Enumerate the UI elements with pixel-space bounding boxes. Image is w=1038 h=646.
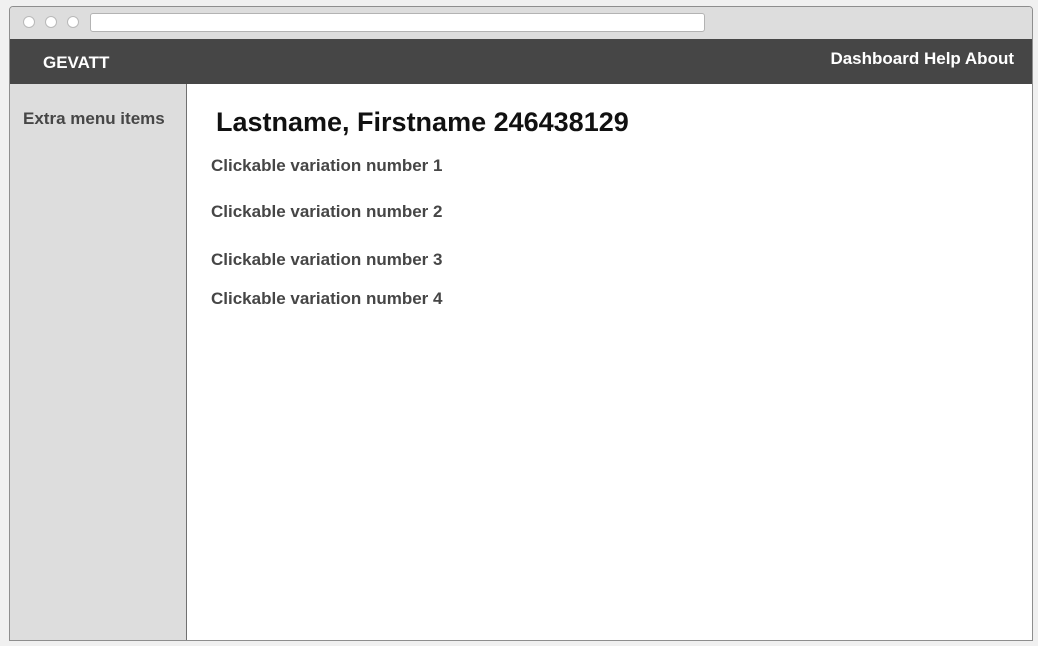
minimize-window-icon[interactable] xyxy=(45,16,57,28)
variation-link-2[interactable]: Clickable variation number 2 xyxy=(211,202,442,222)
page-title: Lastname, Firstname 246438129 xyxy=(216,107,629,137)
nav-link-help[interactable]: Help xyxy=(924,49,961,68)
variation-link-3[interactable]: Clickable variation number 3 xyxy=(211,250,442,270)
close-window-icon[interactable] xyxy=(23,16,35,28)
nav-link-about[interactable]: About xyxy=(965,49,1014,68)
address-bar[interactable] xyxy=(90,13,705,32)
browser-window: GEVATT Dashboard Help About Extra menu i… xyxy=(9,6,1033,641)
maximize-window-icon[interactable] xyxy=(67,16,79,28)
nav-links: Dashboard Help About xyxy=(830,49,1014,69)
sidebar-item-extra-menu[interactable]: Extra menu items xyxy=(23,109,165,129)
nav-link-dashboard[interactable]: Dashboard xyxy=(830,49,919,68)
top-navbar: GEVATT Dashboard Help About xyxy=(10,39,1032,84)
browser-titlebar xyxy=(10,7,1032,39)
brand-logo[interactable]: GEVATT xyxy=(43,53,109,73)
main-content: Lastname, Firstname 246438129 Clickable … xyxy=(187,84,1032,640)
variation-link-1[interactable]: Clickable variation number 1 xyxy=(211,156,442,176)
variation-link-4[interactable]: Clickable variation number 4 xyxy=(211,289,442,309)
sidebar: Extra menu items xyxy=(10,84,187,640)
